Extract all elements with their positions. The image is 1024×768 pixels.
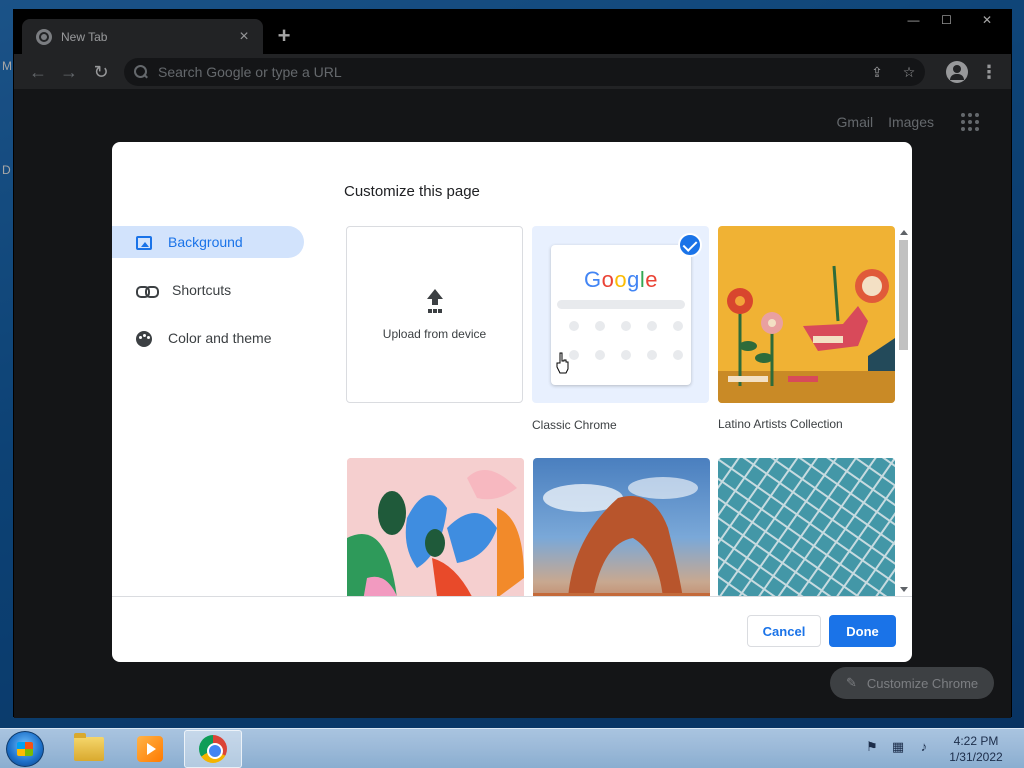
nav-item-shortcuts[interactable]: Shortcuts	[112, 274, 304, 306]
google-logo-letter: e	[645, 267, 658, 292]
nav-item-background[interactable]: Background	[112, 226, 304, 258]
customize-dialog: Customize this page Background Shortcuts…	[112, 142, 912, 662]
latino-artists-tile[interactable]	[718, 226, 895, 403]
selected-check-icon	[678, 233, 702, 257]
google-logo-letter: o	[614, 267, 628, 292]
floral-artwork	[347, 458, 524, 596]
system-tray: ⚑ ▦ ♪	[864, 739, 932, 755]
arch-artwork	[533, 477, 710, 596]
google-logo-letter: g	[627, 267, 640, 292]
palette-icon	[136, 331, 152, 347]
nav-item-label: Shortcuts	[172, 282, 232, 298]
done-button[interactable]: Done	[829, 615, 896, 647]
latino-artists-label: Latino Artists Collection	[718, 417, 843, 431]
taskbar-clock[interactable]: 4:22 PM 1/31/2022	[940, 733, 1012, 765]
customize-side-nav: Background Shortcuts Color and theme	[112, 226, 304, 370]
scroll-down-arrow-icon[interactable]	[900, 587, 908, 592]
start-button[interactable]	[6, 731, 44, 767]
mini-shortcut-dots	[569, 321, 683, 360]
mini-search-bar	[557, 300, 685, 309]
chrome-icon	[199, 735, 227, 763]
desert-arch-tile[interactable]	[533, 458, 710, 596]
clock-time: 4:22 PM	[953, 734, 999, 748]
scroll-up-arrow-icon[interactable]	[900, 230, 908, 235]
classic-chrome-tile[interactable]: Google	[532, 226, 709, 403]
latino-artwork	[718, 265, 895, 403]
dialog-footer: Cancel Done	[112, 596, 912, 662]
google-logo: Google	[551, 267, 691, 293]
dialog-title: Customize this page	[344, 183, 480, 200]
glass-architecture-tile[interactable]	[718, 458, 895, 596]
upload-tile[interactable]: Upload from device	[346, 226, 523, 403]
floral-art-tile[interactable]	[347, 458, 524, 596]
network-icon[interactable]: ▦	[890, 739, 906, 755]
classic-chrome-preview: Google	[551, 245, 691, 385]
clock-date: 1/31/2022	[949, 750, 1003, 764]
nav-item-color-theme[interactable]: Color and theme	[112, 322, 304, 354]
background-grid: Upload from device Google Classic Chrome…	[346, 226, 910, 596]
windows-taskbar: ⚑ ▦ ♪ 4:22 PM 1/31/2022	[0, 728, 1024, 768]
nav-item-label: Background	[168, 234, 243, 250]
media-player-icon	[137, 736, 163, 762]
grid-scrollbar[interactable]	[897, 226, 910, 596]
folder-icon	[74, 733, 104, 761]
action-center-flag-icon[interactable]: ⚑	[864, 739, 880, 755]
scroll-thumb[interactable]	[899, 240, 908, 350]
upload-label: Upload from device	[382, 326, 487, 341]
link-icon	[136, 280, 159, 300]
nav-item-label: Color and theme	[168, 330, 272, 346]
google-logo-letter: G	[583, 267, 602, 292]
taskbar-chrome[interactable]	[184, 730, 242, 768]
glass-artwork	[718, 458, 895, 596]
classic-chrome-label: Classic Chrome	[532, 418, 617, 432]
hand-cursor-icon	[556, 352, 569, 374]
google-logo-letter: o	[601, 267, 615, 292]
taskbar-explorer[interactable]	[60, 730, 118, 768]
upload-icon	[425, 288, 445, 311]
taskbar-media-player[interactable]	[121, 730, 179, 768]
volume-icon[interactable]: ♪	[916, 739, 932, 755]
cancel-button[interactable]: Cancel	[747, 615, 821, 647]
image-icon	[136, 236, 152, 250]
